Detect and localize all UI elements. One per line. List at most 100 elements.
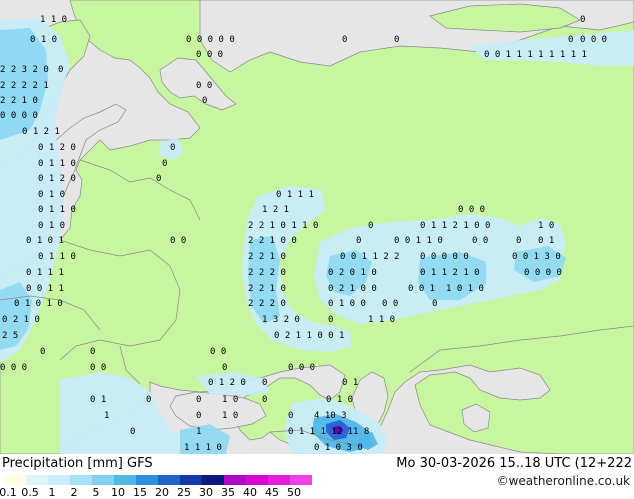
- legend-swatch: [48, 475, 70, 485]
- legend-swatch: [114, 475, 136, 485]
- legend-swatch: [92, 475, 114, 485]
- precip-value-label: 0 0 1 1 1 1 1 1 1 1: [484, 50, 587, 60]
- precip-value-label: 2 2 1 0: [248, 252, 286, 262]
- precip-value-label: 2 2 1 0 1 1 0: [248, 221, 318, 231]
- precip-value-label: 0: [516, 236, 521, 246]
- precip-value-label: 0 1 0 1 0: [14, 299, 63, 309]
- precip-value-label: 0: [146, 395, 151, 405]
- precip-value-label: 0 0: [472, 236, 488, 246]
- precip-value-label: 0 1 2 0: [38, 143, 76, 153]
- precip-value-label: 0: [580, 15, 585, 25]
- precip-value-label: 0 1 0: [326, 395, 353, 405]
- precip-value-label: 0 2 1 1 0 0 1: [274, 331, 344, 341]
- precip-value-label: 0: [156, 174, 161, 184]
- precip-value-label: 0: [262, 395, 267, 405]
- precip-value-label: 1: [196, 427, 201, 437]
- precip-value-label: 0 1 2 0: [208, 378, 246, 388]
- legend-swatch: [290, 475, 312, 485]
- precip-value-label: 0: [170, 143, 175, 153]
- forecast-datetime: Mo 30-03-2026 15..18 UTC (12+222: [396, 456, 632, 471]
- precip-value-label: 0 0 1 1 0: [394, 236, 443, 246]
- precip-value-label: 2 2 1 0 0: [248, 236, 297, 246]
- precip-value-label: 0 0: [210, 347, 226, 357]
- precip-value-label: 0 0 0 0 0: [186, 35, 235, 45]
- precip-value-label: 0 1 1 0: [38, 205, 76, 215]
- precip-value-label: 0 1 0 3 0: [314, 443, 363, 453]
- precip-value-label: 0 2 1 0 0: [328, 284, 377, 294]
- precip-value-label: 0 0 0 0 0: [420, 252, 469, 262]
- precip-value-label: 0 0 1 1: [26, 284, 64, 294]
- credit-link[interactable]: ©weatheronline.co.uk: [497, 474, 630, 488]
- legend-label: 50: [287, 486, 301, 499]
- precip-value-label: 2 2 2 2 1: [0, 81, 49, 91]
- precip-value-label: 2 2 1 0: [248, 284, 286, 294]
- legend-label: 20: [155, 486, 169, 499]
- precip-value-label: 1: [104, 411, 109, 421]
- precip-value-label: 4 10 3: [314, 411, 347, 421]
- precip-value-label: 0: [202, 96, 207, 106]
- precip-value-label: 0: [90, 347, 95, 357]
- precip-value-label: 0 1 1 0: [38, 159, 76, 169]
- precip-value-label: 0 1 2 1: [22, 127, 60, 137]
- precip-value-label: 0 1 1 2 1 0: [420, 268, 480, 278]
- precipitation-map: 1 1 00 0 0 0 00 1 00000 0 000 0 00 0 1 1…: [0, 0, 634, 454]
- legend-label: 10: [111, 486, 125, 499]
- precip-value-label: 0 0: [170, 236, 186, 246]
- precip-value-label: 0 1 0 0: [328, 299, 366, 309]
- precip-value-label: 0: [342, 35, 347, 45]
- legend-label: 0.5: [21, 486, 39, 499]
- precip-value-label: 0 1: [538, 236, 554, 246]
- legend-swatch: [4, 475, 26, 485]
- legend-label: 45: [265, 486, 279, 499]
- precip-value-label: 0 1 0: [38, 221, 65, 231]
- precip-value-label: 0 0: [90, 363, 106, 373]
- precip-value-label: 2 2 3 2 0: [0, 65, 49, 75]
- precip-value-label: 2 5: [2, 331, 18, 341]
- precip-value-label: 0 1 1 1 12 11 8: [288, 427, 369, 437]
- precip-value-label: 0 0 1: [408, 284, 435, 294]
- precip-value-label: 1 3 2 0: [262, 315, 300, 325]
- precip-value-label: 0 0 0 0: [0, 111, 38, 121]
- legend-label: 25: [177, 486, 191, 499]
- precip-value-label: 2 2 1 0: [0, 96, 38, 106]
- precip-value-label: 1 0: [222, 411, 238, 421]
- precip-value-label: 0 1 1 0: [38, 252, 76, 262]
- legend-swatch: [180, 475, 202, 485]
- precip-value-label: 0 0 1 1 2 2: [340, 252, 400, 262]
- precip-value-label: 0: [162, 159, 167, 169]
- precip-value-label: 0: [394, 35, 399, 45]
- legend-label: 30: [199, 486, 213, 499]
- precip-value-label: 0: [222, 363, 227, 373]
- precip-value-label: 0: [288, 411, 293, 421]
- precip-value-label: 0 0 0: [196, 50, 223, 60]
- precip-value-label: 0: [356, 236, 361, 246]
- map-title: Precipitation [mm] GFS: [2, 456, 153, 471]
- legend-swatch: [158, 475, 180, 485]
- precip-value-label: 0 1 1 1: [26, 268, 64, 278]
- precip-value-label: 2 2 2 0: [248, 268, 286, 278]
- precip-value-label: 0: [262, 378, 267, 388]
- precip-value-label: 0 0 0: [580, 35, 607, 45]
- precip-value-label: 0: [432, 299, 437, 309]
- legend-label: 15: [133, 486, 147, 499]
- precip-value-label: 0 0: [382, 299, 398, 309]
- legend-swatch: [224, 475, 246, 485]
- map-footer: Precipitation [mm] GFS Mo 30-03-2026 15.…: [0, 454, 634, 499]
- legend-label: 35: [221, 486, 235, 499]
- precip-value-label: 0: [58, 65, 63, 75]
- legend-swatch: [26, 475, 48, 485]
- precip-value-label: 0: [196, 411, 201, 421]
- legend-swatch: [136, 475, 158, 485]
- precip-value-label: 1 0 1 0: [446, 284, 484, 294]
- precip-value-label: 1 2 1: [262, 205, 289, 215]
- precip-value-label: 0 1 0 1: [26, 236, 64, 246]
- precip-value-label: 0: [196, 395, 201, 405]
- precip-value-label: 1 1 0: [40, 15, 67, 25]
- precip-value-label: 0 1: [342, 378, 358, 388]
- legend-label: 2: [70, 486, 78, 499]
- legend-swatch: [268, 475, 290, 485]
- precip-value-label: 0 1 0: [38, 190, 65, 200]
- precip-value-label: 0 0 0 0: [524, 268, 562, 278]
- map-canvas: 1 1 00 0 0 0 00 1 00000 0 000 0 00 0 1 1…: [0, 0, 634, 454]
- legend-label: 1: [48, 486, 56, 499]
